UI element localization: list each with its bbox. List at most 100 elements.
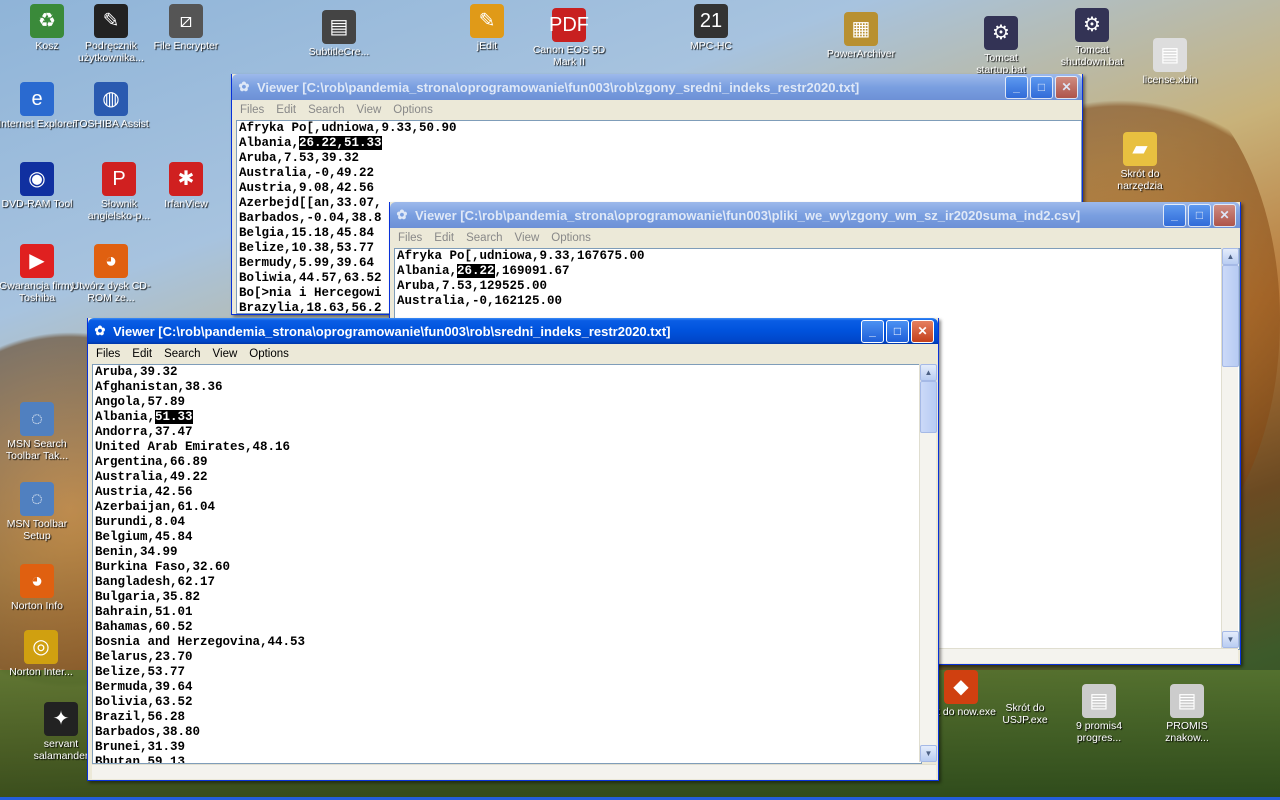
desktop-icon-label: Norton Info (11, 600, 63, 612)
desktop-icon-norton-inter[interactable]: ◎ Norton Inter... (0, 630, 84, 678)
desktop-icon-msn-search[interactable]: ◌ MSN Search Toolbar Tak... (0, 402, 80, 462)
desktop-icon-canon[interactable]: PDF Canon EOS 5D Mark II (526, 8, 612, 68)
title-bar[interactable]: ✿ Viewer [C:\rob\pandemia_strona\oprogra… (232, 74, 1082, 100)
viewer-app-icon: ✿ (94, 323, 106, 338)
desktop-icon-tomcat-startup[interactable]: ⚙ Tomcat startup.bat (958, 16, 1044, 76)
text-segment: Albania, (397, 264, 458, 278)
desktop-icon-label: MSN Search Toolbar Tak... (5, 438, 69, 462)
menu-item-view[interactable]: View (509, 232, 546, 244)
close-button[interactable]: ✕ (1213, 203, 1236, 227)
title-bar[interactable]: ✿ Viewer [C:\rob\pandemia_strona\oprogra… (88, 318, 938, 344)
irfanview-icon: ✱ (169, 162, 203, 196)
title-bar[interactable]: ✿ Viewer [C:\rob\pandemia_strona\oprogra… (390, 202, 1240, 228)
horizontal-scrollbar[interactable] (92, 764, 936, 779)
menu-item-options[interactable]: Options (545, 232, 597, 244)
text-line: Albania,51.33 (93, 410, 921, 425)
skrot-now-icon: ◆ (944, 670, 978, 704)
desktop-icon-label: Tomcat startup.bat (976, 52, 1026, 76)
desktop-icon-subtitle[interactable]: ▤ SubtitleCre... (296, 10, 382, 58)
text-line: Austria,42.56 (95, 485, 193, 499)
desktop-icon-promis4[interactable]: ▤ 9 promis4 progres... (1056, 684, 1142, 744)
gwarancja-icon: ▶ (20, 244, 54, 278)
viewer-window-sredni-indeks[interactable]: ✿ Viewer [C:\rob\pandemia_strona\oprogra… (87, 318, 939, 781)
viewer-app-icon: ✿ (238, 79, 250, 94)
scroll-thumb[interactable] (920, 381, 937, 433)
scroll-thumb[interactable] (1222, 265, 1239, 367)
text-line: Azerbaijan,61.04 (95, 500, 216, 514)
text-segment: Albania, (239, 136, 300, 150)
window-title: Viewer [C:\rob\pandemia_strona\oprogramo… (415, 207, 1081, 223)
menu-item-edit[interactable]: Edit (270, 104, 302, 116)
menu-item-files[interactable]: Files (90, 348, 126, 360)
scroll-down-arrow[interactable]: ▼ (920, 745, 937, 762)
text-line: Bolivia,63.52 (95, 695, 193, 709)
vertical-scrollbar[interactable]: ▲ ▼ (919, 364, 937, 762)
desktop-icon-powerarchiver[interactable]: ▦ PowerArchiver (818, 12, 904, 60)
text-line: Afryka Po[,udniowa,9.33,167675.00 (397, 249, 645, 263)
minimize-button[interactable]: _ (1005, 75, 1028, 99)
msn-toolbar-icon: ◌ (20, 482, 54, 516)
text-line: Austria,9.08,42.56 (239, 181, 375, 195)
close-button[interactable]: ✕ (1055, 75, 1078, 99)
norton-info-icon: ◕ (20, 564, 54, 598)
jedit-icon: ✎ (470, 4, 504, 38)
text-line: Bhutan,59.13 (95, 755, 186, 764)
menu-item-view[interactable]: View (207, 348, 244, 360)
msn-search-icon: ◌ (20, 402, 54, 436)
maximize-button[interactable]: □ (886, 319, 909, 343)
desktop-icon-promis-znakow[interactable]: ▤ PROMIS znakow... (1144, 684, 1230, 744)
menu-item-files[interactable]: Files (234, 104, 270, 116)
window-title: Viewer [C:\rob\pandemia_strona\oprogramo… (113, 323, 671, 339)
scroll-up-arrow[interactable]: ▲ (1222, 248, 1239, 265)
slownik-icon: P (102, 162, 136, 196)
text-segment: Albania, (95, 410, 156, 424)
menu-item-view[interactable]: View (351, 104, 388, 116)
minimize-button[interactable]: _ (1163, 203, 1186, 227)
desktop-icon-utworz-dysk[interactable]: ◕ Utwórz dysk CD-ROM ze... (68, 244, 154, 304)
scroll-down-arrow[interactable]: ▼ (1222, 631, 1239, 648)
desktop-icon-jedit[interactable]: ✎ jEdit (444, 4, 530, 52)
close-button[interactable]: ✕ (911, 319, 934, 343)
text-line: Bahamas,60.52 (95, 620, 193, 634)
text-line: Bangladesh,62.17 (95, 575, 216, 589)
text-line: Belize,53.77 (95, 665, 186, 679)
file-encrypter-icon: ⧄ (169, 4, 203, 38)
desktop-icon-label: MPC-HC (690, 40, 732, 52)
scroll-up-arrow[interactable]: ▲ (920, 364, 937, 381)
text-line: Benin,34.99 (95, 545, 178, 559)
desktop-icon-irfanview[interactable]: ✱ IrfanView (143, 162, 229, 210)
text-view[interactable]: Aruba,39.32 Afghanistan,38.36 Angola,57.89… (92, 364, 922, 764)
desktop-icon-toshiba[interactable]: ◍ TOSHIBA Assist (68, 82, 154, 130)
menu-item-edit[interactable]: Edit (126, 348, 158, 360)
menu-item-options[interactable]: Options (243, 348, 295, 360)
desktop-icon-norton-info[interactable]: ◕ Norton Info (0, 564, 80, 612)
skrot-narzedzia-icon: ▰ (1123, 132, 1157, 166)
vertical-scrollbar[interactable]: ▲ ▼ (1221, 248, 1239, 648)
maximize-button[interactable]: □ (1030, 75, 1053, 99)
minimize-button[interactable]: _ (861, 319, 884, 343)
menu-item-options[interactable]: Options (387, 104, 439, 116)
desktop-icon-mpc[interactable]: 21 MPC-HC (668, 4, 754, 52)
text-line: Burundi,8.04 (95, 515, 186, 529)
desktop-icon-file-encrypter[interactable]: ⧄ File Encrypter (143, 4, 229, 52)
menu-item-edit[interactable]: Edit (428, 232, 460, 244)
menu-item-search[interactable]: Search (302, 104, 350, 116)
canon-icon: PDF (549, 8, 589, 42)
desktop-icon-label: Podręcznik użytkownika... (78, 40, 144, 64)
promis4-icon: ▤ (1082, 684, 1116, 718)
desktop-icon-podrecznik[interactable]: ✎ Podręcznik użytkownika... (68, 4, 154, 64)
desktop-icon-label: jEdit (476, 40, 498, 52)
desktop-icon-label: IrfanView (164, 198, 208, 210)
desktop-icon-skrot-narzedzia[interactable]: ▰ Skrót do narzędzia (1097, 132, 1183, 192)
selected-text: 26.22 (457, 264, 495, 278)
menu-item-files[interactable]: Files (392, 232, 428, 244)
menu-item-search[interactable]: Search (460, 232, 508, 244)
license-icon: ▤ (1153, 38, 1187, 72)
menu-item-search[interactable]: Search (158, 348, 206, 360)
promis-znakow-icon: ▤ (1170, 684, 1204, 718)
maximize-button[interactable]: □ (1188, 203, 1211, 227)
desktop-icon-msn-toolbar[interactable]: ◌ MSN Toolbar Setup (0, 482, 80, 542)
desktop-icon-license[interactable]: ▤ license.xbin (1127, 38, 1213, 86)
desktop-icon-tomcat-shutdown[interactable]: ⚙ Tomcat shutdown.bat (1049, 8, 1135, 68)
desktop-icon-dvdram[interactable]: ◉ DVD-RAM Tool (0, 162, 80, 210)
